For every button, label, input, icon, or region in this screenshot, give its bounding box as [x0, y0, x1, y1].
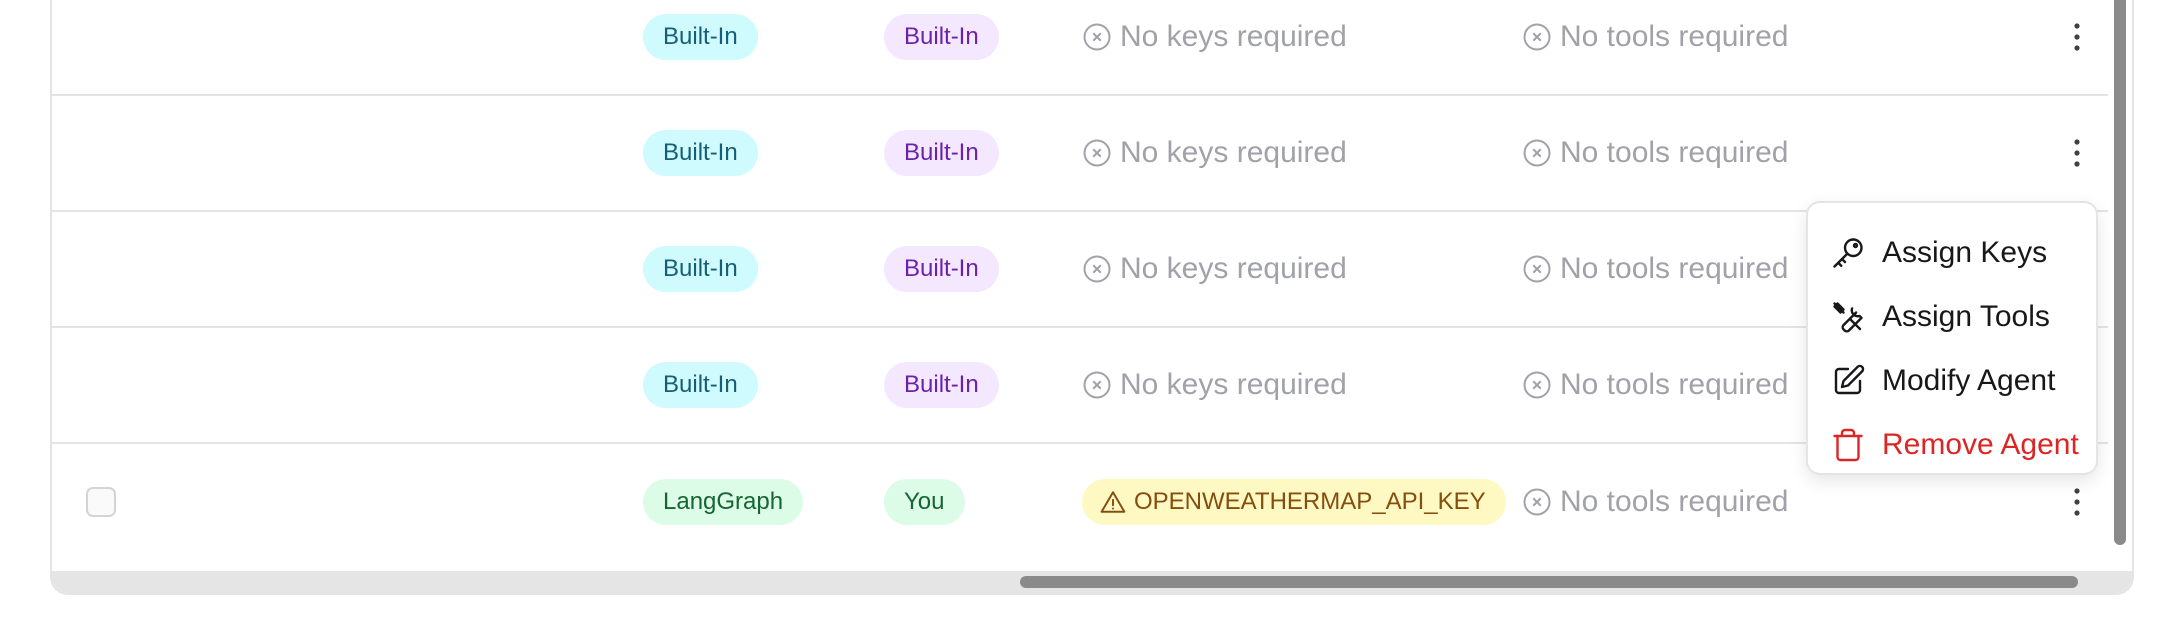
tools-status: No tools required — [1522, 136, 1788, 170]
missing-key-badge[interactable]: OPENWEATHERMAP_API_KEY — [1082, 479, 1506, 525]
row-actions-button[interactable] — [2057, 482, 2097, 522]
framework-badge: Built-In — [643, 130, 758, 176]
row-actions-menu: Assign Keys Assign Tools Modify Agent Re… — [1806, 201, 2098, 475]
tools-status-label: No tools required — [1560, 136, 1789, 169]
more-vertical-icon — [2074, 488, 2080, 516]
author-badge: Built-In — [884, 246, 999, 292]
tools-status: No tools required — [1522, 485, 1788, 519]
tools-status: No tools required — [1522, 368, 1788, 402]
author-badge: You — [884, 479, 965, 525]
keys-status-label: No keys required — [1120, 252, 1347, 285]
keys-status-label: No keys required — [1120, 20, 1347, 53]
row-actions-button[interactable] — [2057, 133, 2097, 173]
missing-key-label: OPENWEATHERMAP_API_KEY — [1134, 488, 1486, 515]
author-badge: Built-In — [884, 362, 999, 408]
keys-status: No keys required — [1082, 136, 1347, 170]
x-circle-icon — [1083, 139, 1111, 167]
x-circle-icon — [1523, 371, 1551, 399]
keys-status: No keys required — [1082, 20, 1347, 54]
tools-status: No tools required — [1522, 20, 1788, 54]
x-circle-icon — [1083, 255, 1111, 283]
author-badge: Built-In — [884, 130, 999, 176]
x-circle-icon — [1523, 255, 1551, 283]
assign-tools-label: Assign Tools — [1882, 300, 2050, 333]
more-vertical-icon — [2074, 23, 2080, 51]
tools-status: No tools required — [1522, 252, 1788, 286]
table-row: Built-In Built-In No keys required No to… — [52, 212, 2110, 328]
remove-agent-label: Remove Agent — [1882, 428, 2079, 461]
tools-status-label: No tools required — [1560, 485, 1789, 518]
framework-badge: Built-In — [643, 246, 758, 292]
table-row: Built-In Built-In No keys required No to… — [52, 0, 2110, 96]
x-circle-icon — [1083, 371, 1111, 399]
modify-agent-menu-item[interactable]: Modify Agent — [1808, 349, 2096, 413]
table-row: Built-In Built-In No keys required No to… — [52, 96, 2110, 212]
x-circle-icon — [1523, 488, 1551, 516]
vertical-scrollbar-thumb[interactable] — [2114, 0, 2126, 545]
framework-badge: Built-In — [643, 362, 758, 408]
assign-keys-label: Assign Keys — [1882, 236, 2048, 269]
trash-icon — [1833, 428, 1863, 462]
more-vertical-icon — [2074, 139, 2080, 167]
key-icon — [1833, 238, 1863, 268]
x-circle-icon — [1523, 139, 1551, 167]
table-row: Built-In Built-In No keys required No to… — [52, 328, 2110, 444]
vertical-scrollbar[interactable] — [2108, 0, 2132, 555]
table-row: LangGraph You OPENWEATHERMAP_API_KEY No … — [52, 444, 2110, 560]
keys-status-label: No keys required — [1120, 368, 1347, 401]
row-select-checkbox[interactable] — [86, 487, 116, 517]
horizontal-scrollbar-thumb[interactable] — [1020, 576, 2078, 588]
horizontal-scrollbar[interactable] — [52, 571, 2132, 593]
warning-triangle-icon — [1100, 491, 1126, 513]
modify-agent-label: Modify Agent — [1882, 364, 2056, 397]
framework-badge: LangGraph — [643, 479, 804, 525]
remove-agent-menu-item[interactable]: Remove Agent — [1808, 413, 2096, 477]
tools-status-label: No tools required — [1560, 252, 1789, 285]
tools-status-label: No tools required — [1560, 368, 1789, 401]
x-circle-icon — [1523, 23, 1551, 51]
tools-icon — [1833, 302, 1863, 333]
keys-status: No keys required — [1082, 252, 1347, 286]
row-actions-button[interactable] — [2057, 17, 2097, 57]
author-badge: Built-In — [884, 14, 999, 60]
edit-icon — [1834, 364, 1865, 395]
assign-keys-menu-item[interactable]: Assign Keys — [1808, 221, 2096, 285]
assign-tools-menu-item[interactable]: Assign Tools — [1808, 285, 2096, 349]
keys-status: No keys required — [1082, 368, 1347, 402]
x-circle-icon — [1083, 23, 1111, 51]
tools-status-label: No tools required — [1560, 20, 1789, 53]
framework-badge: Built-In — [643, 14, 758, 60]
keys-status-label: No keys required — [1120, 136, 1347, 169]
